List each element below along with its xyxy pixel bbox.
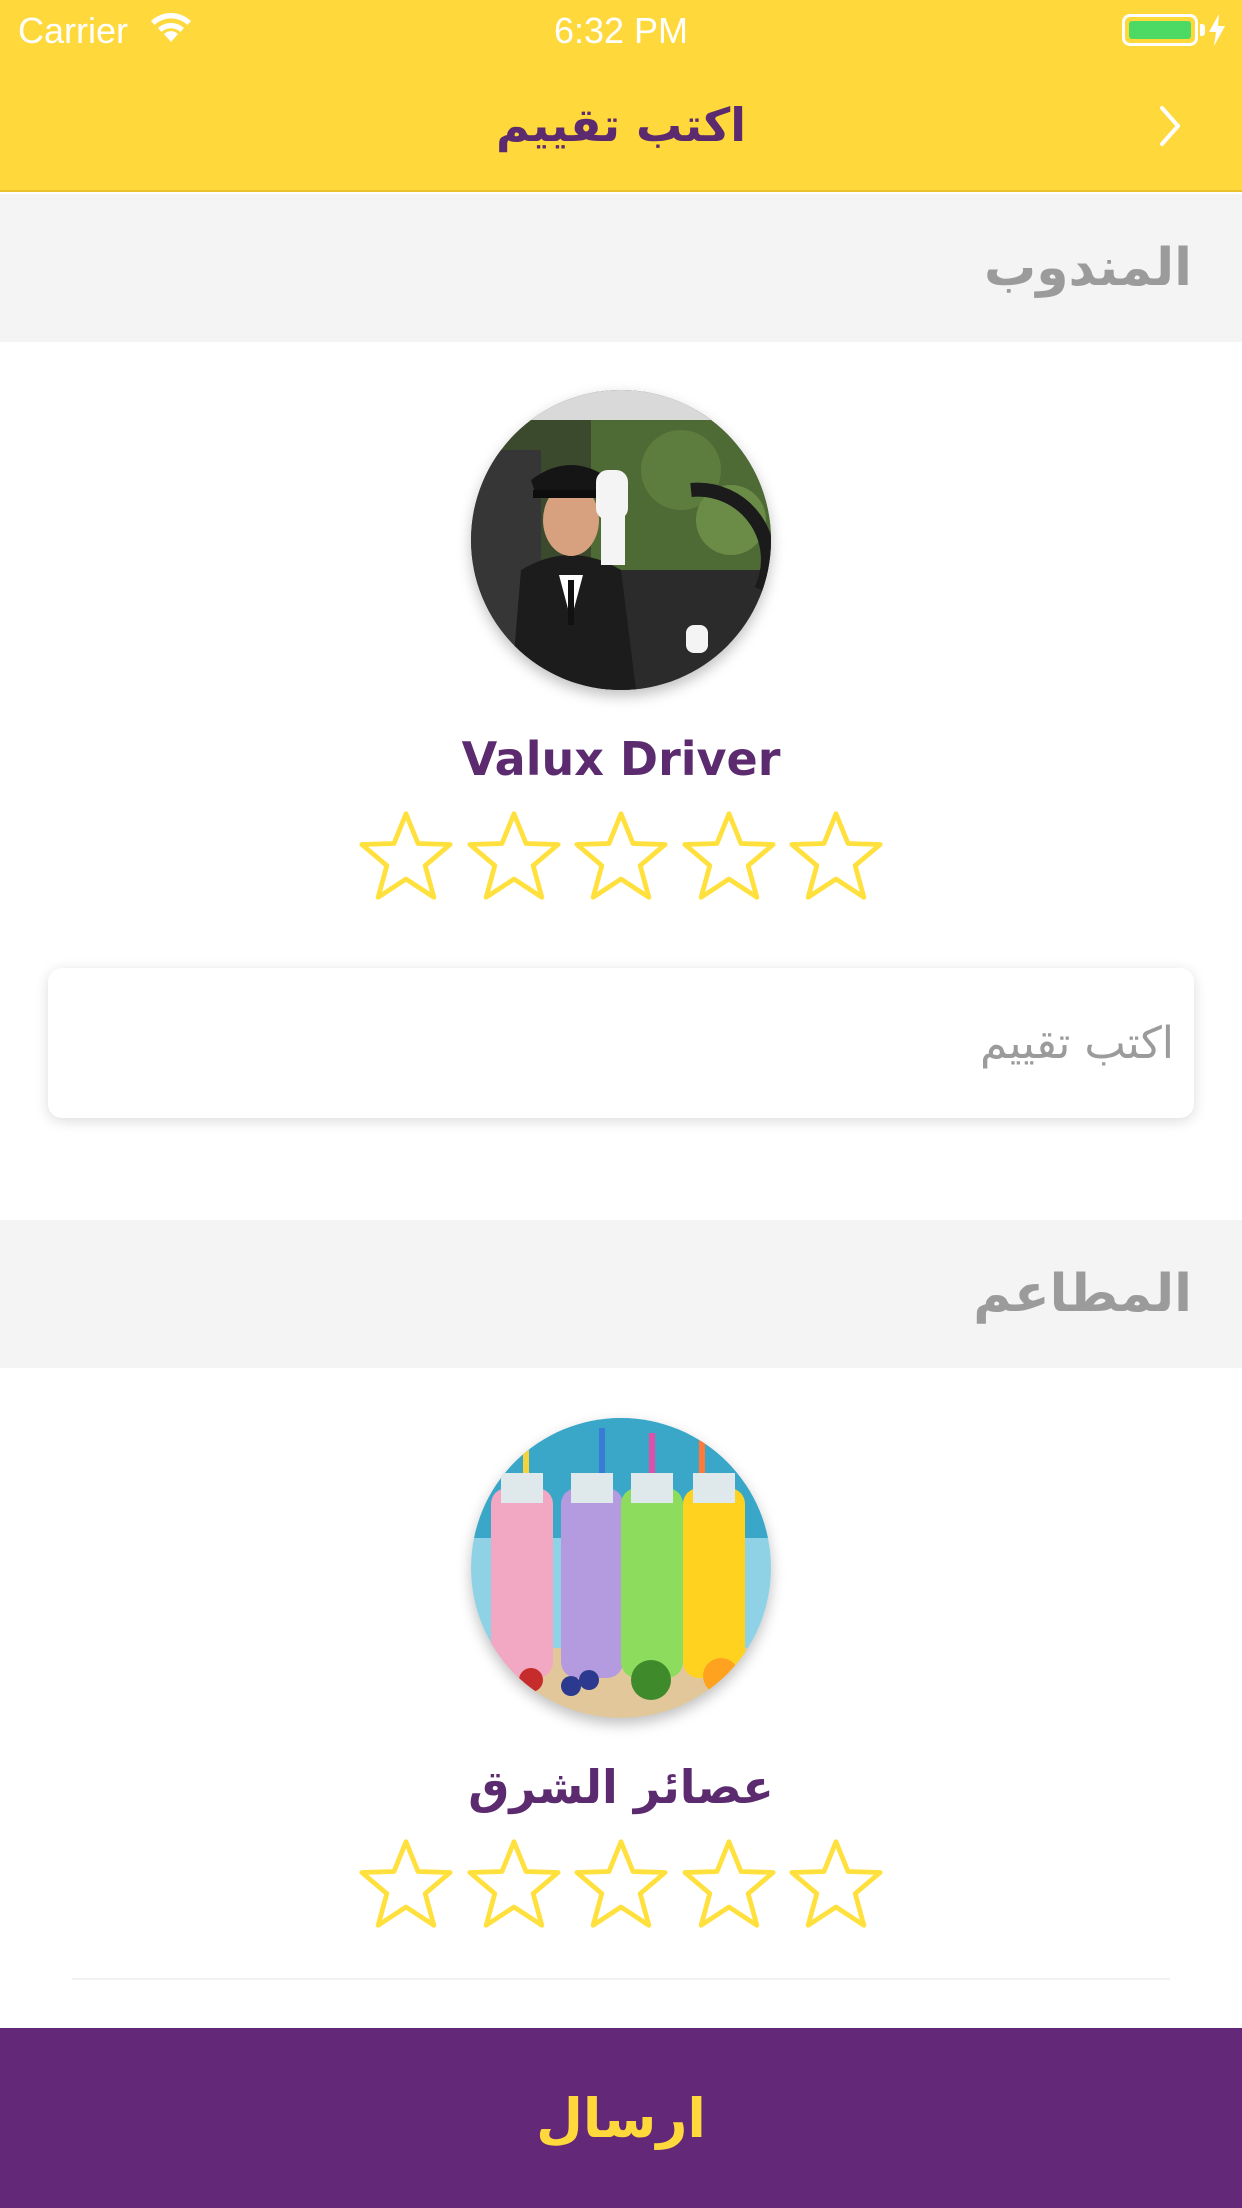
driver-section-label: المندوب bbox=[983, 238, 1192, 298]
star-icon[interactable] bbox=[681, 808, 777, 904]
driver-avatar bbox=[471, 390, 771, 690]
star-icon[interactable] bbox=[573, 808, 669, 904]
chevron-right-icon[interactable] bbox=[1140, 96, 1200, 156]
star-icon[interactable] bbox=[466, 808, 562, 904]
driver-section-header: المندوب bbox=[0, 194, 1242, 342]
star-icon[interactable] bbox=[573, 1836, 669, 1932]
page-title: اكتب تقييم bbox=[495, 98, 746, 152]
restaurant-name: عصائر الشرق bbox=[468, 1760, 774, 1814]
restaurant-star-rating[interactable] bbox=[358, 1836, 884, 1932]
submit-label: ارسال bbox=[536, 2086, 706, 2150]
star-icon[interactable] bbox=[358, 808, 454, 904]
star-icon[interactable] bbox=[788, 1836, 884, 1932]
driver-star-rating[interactable] bbox=[358, 808, 884, 904]
review-input[interactable] bbox=[68, 968, 1174, 1118]
clock: 6:32 PM bbox=[553, 10, 689, 51]
star-icon[interactable] bbox=[358, 1836, 454, 1932]
driver-photo-icon bbox=[471, 390, 771, 690]
navigation-bar: Carrier 6:32 PM اكتب تقييم bbox=[0, 0, 1242, 192]
driver-name: Valux Driver bbox=[461, 732, 781, 786]
star-icon[interactable] bbox=[681, 1836, 777, 1932]
battery-icon bbox=[1122, 14, 1198, 46]
charging-icon bbox=[1209, 14, 1225, 46]
restaurants-section-header: المطاعم bbox=[0, 1220, 1242, 1368]
restaurants-section-label: المطاعم bbox=[973, 1264, 1192, 1324]
submit-button[interactable]: ارسال bbox=[0, 2028, 1242, 2208]
review-box bbox=[48, 968, 1194, 1118]
star-icon[interactable] bbox=[466, 1836, 562, 1932]
battery-tip bbox=[1200, 24, 1205, 36]
status-bar: Carrier 6:32 PM bbox=[0, 0, 1242, 60]
star-icon[interactable] bbox=[788, 808, 884, 904]
restaurant-avatar bbox=[471, 1418, 771, 1718]
rating-screen: Carrier 6:32 PM اكتب تقييم المندوب Valux… bbox=[0, 0, 1242, 2208]
divider bbox=[72, 1978, 1170, 1980]
juice-bottles-photo-icon bbox=[471, 1418, 771, 1718]
